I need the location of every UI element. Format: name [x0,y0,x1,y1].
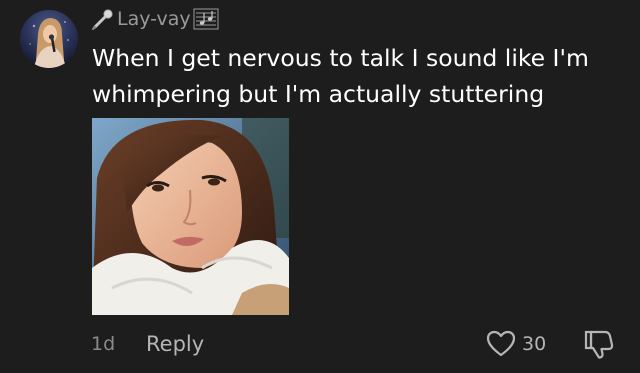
dislike-button[interactable] [583,328,615,360]
comment-age: 1d [91,333,116,355]
avatar-image [20,10,78,68]
reply-button[interactable]: Reply [146,332,204,356]
username-label: Lay-vay [117,8,191,30]
thumbs-down-icon [584,330,614,359]
avatar[interactable] [20,10,78,68]
comment-username[interactable]: Lay-vay [91,6,219,32]
like-button[interactable]: 30 [486,328,546,360]
sheet-music-icon [193,8,219,30]
like-count: 30 [522,333,547,355]
photo-image [92,118,289,315]
comment-photo[interactable] [92,118,289,315]
comment-text: When I get nervous to talk I sound like … [92,44,589,108]
heart-outline-icon [486,330,516,357]
microphone-icon [92,9,113,30]
